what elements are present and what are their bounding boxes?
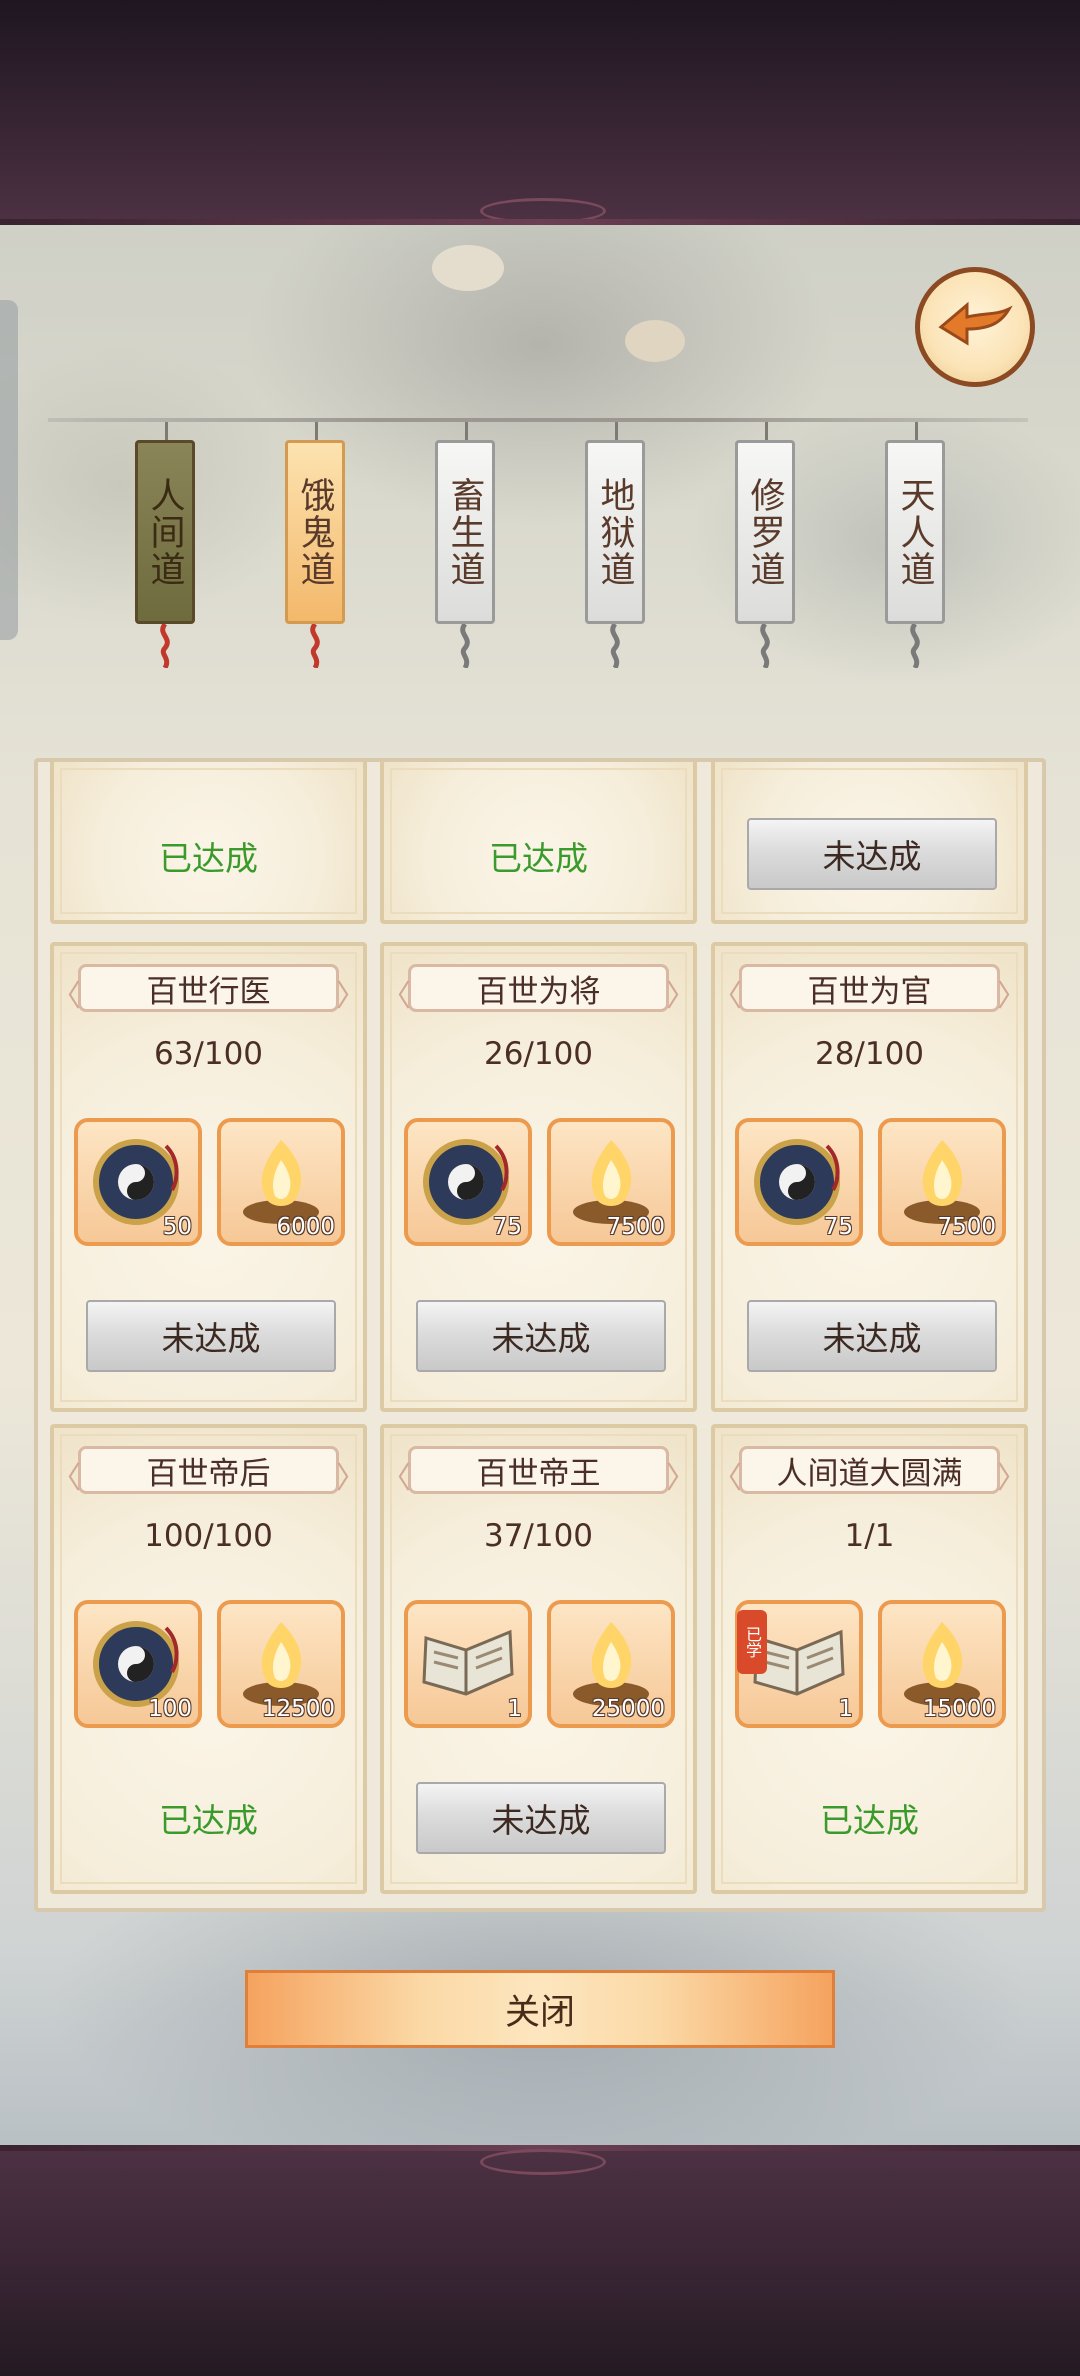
achievement-panel[interactable]: 已达成 已达成 未达成 百世行医 63/100 50 6000 未达成 百世为将… — [34, 758, 1046, 1912]
reward-slot[interactable]: 15000 — [878, 1600, 1006, 1728]
tassel-icon — [460, 624, 470, 668]
reward-slot[interactable]: 已学 1 — [735, 1600, 863, 1728]
skill-book-icon — [422, 1629, 514, 1696]
reward-count: 1 — [507, 1696, 522, 1722]
cloud-orb — [432, 245, 504, 291]
not-achieved-button[interactable]: 未达成 — [416, 1782, 666, 1854]
not-achieved-button[interactable]: 未达成 — [416, 1300, 666, 1372]
achievement-progress: 26/100 — [483, 1036, 594, 1072]
achievement-title: 百世帝王 — [381, 1446, 696, 1497]
reward-count: 6000 — [276, 1214, 335, 1240]
top-frame — [0, 0, 1080, 225]
reward-slot[interactable]: 75 — [404, 1118, 532, 1246]
reward-count: 15000 — [922, 1696, 996, 1722]
achievement-progress: 37/100 — [483, 1518, 594, 1554]
achievement-progress: 1/1 — [844, 1518, 895, 1554]
reward-slot[interactable]: 1 — [404, 1600, 532, 1728]
reward-count: 7500 — [937, 1214, 996, 1240]
achievement-card: 百世行医 63/100 50 6000 未达成 — [50, 942, 367, 1412]
tassel-icon — [610, 624, 620, 668]
reward-slot[interactable]: 50 — [74, 1118, 202, 1246]
frame-ornament — [480, 2149, 606, 2175]
reward-slot[interactable]: 75 — [735, 1118, 863, 1246]
achieved-label: 已达成 — [820, 1801, 919, 1840]
learned-badge: 已学 — [737, 1610, 767, 1674]
achievement-card: 百世为将 26/100 75 7500 未达成 — [380, 942, 697, 1412]
tag-string — [765, 422, 768, 442]
reward-count: 75 — [823, 1214, 853, 1240]
reward-slot[interactable]: 25000 — [547, 1600, 675, 1728]
back-button[interactable] — [915, 267, 1035, 387]
achievement-progress: 100/100 — [144, 1518, 273, 1554]
achievement-progress: 28/100 — [814, 1036, 925, 1072]
achieved-label: 已达成 — [159, 839, 258, 878]
reward-count: 12500 — [261, 1696, 335, 1722]
close-button[interactable]: 关闭 — [245, 1970, 835, 2048]
tab-hell-realm[interactable]: 地狱道 — [585, 440, 645, 624]
reward-count: 1 — [838, 1696, 853, 1722]
tab-animal-realm[interactable]: 畜生道 — [435, 440, 495, 624]
achievement-card: 百世帝王 37/100 1 25000 未达成 — [380, 1424, 697, 1894]
tag-string — [165, 422, 168, 442]
reward-slot[interactable]: 100 — [74, 1600, 202, 1728]
reward-count: 100 — [148, 1696, 192, 1722]
hanging-rope — [48, 418, 1028, 422]
bottom-frame — [0, 2145, 1080, 2376]
reward-slot[interactable]: 7500 — [878, 1118, 1006, 1246]
reward-count: 50 — [162, 1214, 192, 1240]
achievement-card: 百世为官 28/100 75 7500 未达成 — [711, 942, 1028, 1412]
tag-string — [915, 422, 918, 442]
tassel-icon — [310, 624, 320, 668]
achievement-title: 百世为官 — [712, 964, 1027, 1015]
achievement-card: 百世帝后 100/100 100 12500 已达成 — [50, 1424, 367, 1894]
reward-slot[interactable]: 6000 — [217, 1118, 345, 1246]
reward-count: 25000 — [591, 1696, 665, 1722]
tassel-icon — [160, 624, 170, 668]
tag-string — [615, 422, 618, 442]
tab-human-realm[interactable]: 人间道 — [135, 440, 195, 624]
achievement-card: 已达成 — [380, 762, 697, 924]
not-achieved-button[interactable]: 未达成 — [86, 1300, 336, 1372]
achieved-label: 已达成 — [159, 1801, 258, 1840]
achievement-card: 已达成 — [50, 762, 367, 924]
achievement-title: 人间道大圆满 — [712, 1446, 1027, 1497]
frame-ornament — [480, 198, 606, 224]
tassel-icon — [760, 624, 770, 668]
reward-count: 7500 — [606, 1214, 665, 1240]
achievement-card: 未达成 — [711, 762, 1028, 924]
reward-slot[interactable]: 12500 — [217, 1600, 345, 1728]
tab-heaven-realm[interactable]: 天人道 — [885, 440, 945, 624]
not-achieved-button[interactable]: 未达成 — [747, 818, 997, 890]
achievement-title: 百世为将 — [381, 964, 696, 1015]
side-handle[interactable] — [0, 300, 18, 640]
achievement-title: 百世帝后 — [51, 1446, 366, 1497]
not-achieved-button[interactable]: 未达成 — [747, 1300, 997, 1372]
achievement-card: 人间道大圆满 1/1 已学 1 15000 已达成 — [711, 1424, 1028, 1894]
achievement-title: 百世行医 — [51, 964, 366, 1015]
tab-asura-realm[interactable]: 修罗道 — [735, 440, 795, 624]
achieved-label: 已达成 — [489, 839, 588, 878]
cloud-orb — [625, 320, 685, 362]
tag-string — [465, 422, 468, 442]
reward-count: 75 — [492, 1214, 522, 1240]
tab-hungry-ghost-realm[interactable]: 饿鬼道 — [285, 440, 345, 624]
tassel-icon — [910, 624, 920, 668]
achievement-progress: 63/100 — [153, 1036, 264, 1072]
tag-string — [315, 422, 318, 442]
back-arrow-icon — [938, 301, 1013, 346]
reward-slot[interactable]: 7500 — [547, 1118, 675, 1246]
